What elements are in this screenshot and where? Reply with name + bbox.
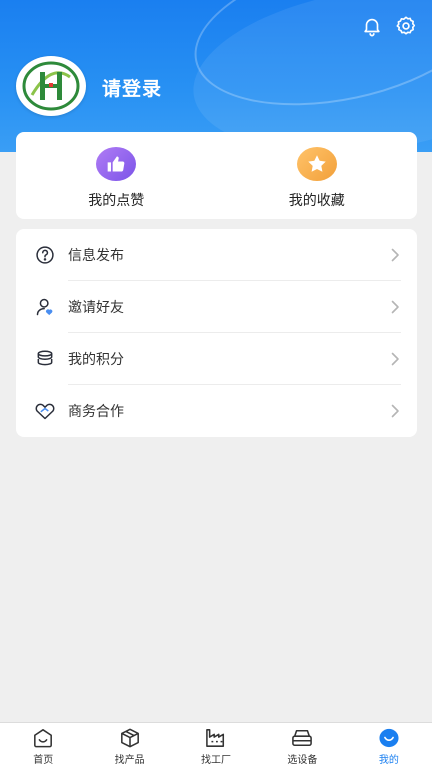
tab-label: 找产品 [114, 755, 145, 766]
star-icon [296, 147, 337, 181]
favorites-card: 我的点赞 我的收藏 [16, 132, 417, 219]
my-likes-button[interactable]: 我的点赞 [16, 132, 217, 219]
chevron-right-icon [389, 247, 401, 263]
tab-label: 选设备 [287, 755, 318, 766]
handshake-heart-icon [34, 400, 56, 422]
profile-icon [378, 728, 400, 748]
menu-item-my-points[interactable]: 我的积分 [16, 333, 417, 385]
login-prompt[interactable]: 请登录 [102, 74, 162, 101]
gear-icon[interactable] [394, 14, 418, 38]
question-circle-icon [34, 244, 56, 266]
menu-item-business-cooperation[interactable]: 商务合作 [16, 385, 417, 437]
tab-label: 首页 [33, 755, 54, 766]
chevron-right-icon [389, 403, 401, 419]
tab-label: 找工厂 [201, 755, 232, 766]
company-logo [22, 61, 80, 111]
bell-icon[interactable] [360, 14, 384, 38]
coin-stack-icon [34, 348, 56, 370]
tab-profile[interactable]: 我的 [346, 723, 432, 768]
menu-item-publish-info[interactable]: 信息发布 [16, 229, 417, 281]
tab-select-equipment[interactable]: 选设备 [259, 723, 345, 768]
home-icon [32, 728, 54, 748]
profile-header: 请登录 [0, 0, 432, 152]
user-heart-icon [34, 296, 56, 318]
menu-item-label: 商务合作 [68, 404, 124, 420]
chevron-right-icon [389, 351, 401, 367]
menu-item-label: 信息发布 [68, 248, 124, 264]
chevron-right-icon [389, 299, 401, 315]
menu-item-label: 邀请好友 [68, 300, 124, 316]
bottom-tab-bar: 首页 找产品 找工厂 选设备 我的 [0, 722, 432, 768]
tab-home[interactable]: 首页 [0, 723, 86, 768]
factory-icon [205, 728, 227, 748]
box-icon [119, 728, 141, 748]
menu-card: 信息发布 邀请好友 我的积分 商务合作 [16, 229, 417, 437]
tab-find-factories[interactable]: 找工厂 [173, 723, 259, 768]
my-favorites-label: 我的收藏 [288, 193, 345, 209]
tab-label: 我的 [378, 755, 399, 766]
menu-item-label: 我的积分 [68, 352, 124, 368]
device-icon [291, 728, 313, 748]
menu-item-invite-friends[interactable]: 邀请好友 [16, 281, 417, 333]
my-likes-label: 我的点赞 [88, 193, 145, 209]
thumbs-up-icon [96, 147, 137, 181]
tab-find-products[interactable]: 找产品 [86, 723, 172, 768]
my-favorites-button[interactable]: 我的收藏 [217, 132, 418, 219]
avatar[interactable] [16, 56, 86, 116]
